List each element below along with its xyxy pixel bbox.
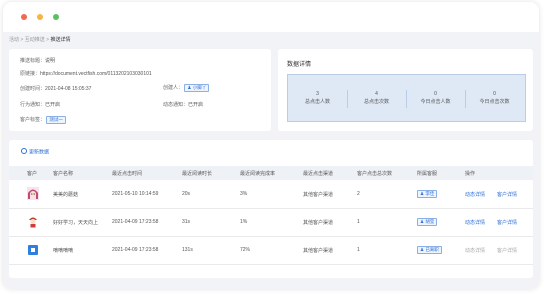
column-header: 最近阅读时长 [182, 171, 213, 177]
read-duration: 131s [182, 247, 193, 253]
column-header: 最近点击渠道 [303, 171, 334, 177]
column-header: 操作 [465, 171, 476, 177]
customer-name: 好好学习，天天向上 [53, 220, 99, 226]
blue-square-avatar-icon [28, 245, 38, 255]
creator-row: 创建人： ♟ 小脚丫 [163, 84, 210, 92]
minimize-window-button[interactable] [37, 14, 43, 20]
column-header: 所属客服 [417, 171, 438, 177]
breadcrumb: 活动 > 互动推送 > 推送详情 [9, 37, 71, 43]
owner-tag: ♟ 李佳 [417, 190, 438, 198]
created-time-value: 2021-04-08 15:05:37 [45, 86, 92, 92]
breadcrumb-item-push[interactable]: 互动推送 [25, 37, 45, 43]
breadcrumb-item-activity[interactable]: 活动 [9, 37, 19, 43]
anime-girl-avatar-icon [27, 187, 39, 200]
total-clicks: 1 [357, 219, 360, 225]
read-rate: 1% [240, 219, 248, 225]
read-duration: 31s [182, 219, 191, 225]
created-time-row: 创建时间：2021-04-08 15:05:37 [20, 86, 92, 92]
column-header: 客户 [27, 171, 38, 177]
behavior-notify-row: 行为通知：已开启 [20, 102, 61, 108]
stat-today-visitors: 0 今日点击人数 [420, 91, 451, 105]
breadcrumb-current: 推送详情 [50, 37, 71, 43]
total-clicks: 2 [357, 191, 360, 197]
last-click-time: 2021-05-10 10:14:59 [112, 191, 159, 197]
dynamic-detail-link-disabled: 动态详情 [465, 248, 486, 254]
user-icon: ♟ [420, 219, 425, 224]
last-click-time: 2021-04-09 17:23:58 [112, 219, 159, 225]
original-link-row: 原链接：https://document.vectfish.com/011320… [20, 71, 152, 77]
push-title-row: 推送标题：说明 [20, 58, 56, 64]
owner-tag: ♟ 胡莹 [417, 218, 438, 226]
customer-detail-link[interactable]: 客户详情 [497, 219, 517, 226]
maximize-window-button[interactable] [53, 14, 59, 20]
title-bar [3, 2, 539, 32]
total-clicks: 1 [357, 247, 360, 253]
read-rate: 3% [240, 191, 248, 197]
click-channel: 其他客户渠道 [303, 248, 334, 254]
stat-today-clicks: 0 今日点击次数 [479, 91, 510, 105]
stat-total-clicks: 4 总点击次数 [363, 91, 389, 105]
data-detail-card: 数据详情 3 总点击人数 4 总点击次数 0 今日点击人数 0 今日点击次数 [278, 49, 533, 131]
creator-tag: ♟ 小脚丫 [184, 84, 210, 92]
column-header: 客户点击总次数 [357, 171, 393, 177]
dynamic-detail-link[interactable]: 动态详情 [465, 219, 485, 226]
click-channel: 其他客户渠道 [303, 220, 334, 226]
read-rate: 72% [240, 247, 251, 253]
owner-tag: ♟ 已离职 [417, 246, 442, 254]
dynamic-notify-value: 已开启 [188, 102, 204, 108]
user-icon: ♟ [187, 85, 192, 90]
table-header: 客户 客户名称 最近点击时间 最近阅读时长 最近阅读完成率 最近点击渠道 客户点… [9, 166, 533, 180]
user-icon: ♟ [420, 191, 425, 196]
table-row[interactable]: 好好学习，天天向上 2021-04-09 17:23:58 31s 1% 其他客… [9, 208, 533, 237]
customer-name: 嘀嘀嘀嘀 [53, 248, 74, 254]
column-header: 客户名称 [53, 171, 74, 177]
data-detail-title: 数据详情 [287, 62, 312, 68]
refresh-icon [21, 148, 27, 154]
table-row[interactable]: 嘀嘀嘀嘀 2021-04-09 17:23:58 131s 72% 其他客户渠道… [9, 236, 533, 265]
behavior-notify-value: 已开启 [45, 102, 61, 108]
refresh-data-button[interactable]: 更新数据 [21, 148, 49, 156]
stats-panel: 3 总点击人数 4 总点击次数 0 今日点击人数 0 今日点击次数 [287, 74, 526, 122]
app-window: 活动 > 互动推送 > 推送详情 推送标题：说明 原链接：https://doc… [3, 2, 539, 289]
original-link-value[interactable]: https://document.vectfish.com/0113202103… [40, 71, 152, 77]
column-header: 最近阅读完成率 [240, 171, 276, 177]
customer-name: 美美的蘑菇 [53, 192, 79, 198]
customer-detail-link[interactable]: 客户详情 [497, 191, 517, 198]
read-duration: 20s [182, 191, 191, 197]
customer-tag-row: 客户标签： 测试一 [20, 116, 66, 124]
close-window-button[interactable] [21, 14, 27, 20]
customer-detail-link-disabled: 客户详情 [497, 248, 518, 254]
column-header: 最近点击时间 [112, 171, 143, 177]
dynamic-notify-row: 动态通知：已开启 [163, 102, 204, 108]
user-icon: ♟ [420, 247, 425, 252]
customer-table-card: 更新数据 客户 客户名称 最近点击时间 最近阅读时长 最近阅读完成率 最近点击渠… [9, 140, 533, 278]
last-click-time: 2021-04-09 17:23:58 [112, 247, 159, 253]
push-title-value: 说明 [45, 58, 56, 64]
table-row[interactable]: 美美的蘑菇 2021-05-10 10:14:59 20s 3% 其他客户渠道 … [9, 180, 533, 209]
click-channel: 其他客户渠道 [303, 192, 334, 198]
stat-total-visitors: 3 总点击人数 [304, 91, 330, 105]
customer-tag[interactable]: 测试一 [46, 116, 66, 124]
push-info-card: 推送标题：说明 原链接：https://document.vectfish.co… [9, 49, 271, 131]
cartoon-kid-avatar-icon [27, 215, 39, 228]
dynamic-detail-link[interactable]: 动态详情 [465, 191, 485, 198]
